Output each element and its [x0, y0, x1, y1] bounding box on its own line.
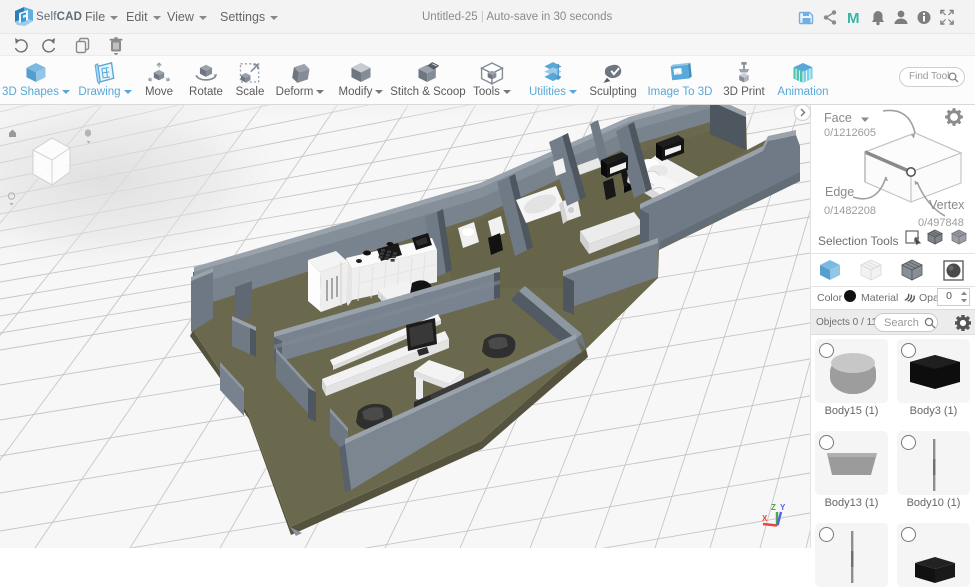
svg-text:Vertex: Vertex: [929, 198, 965, 212]
svg-text:0/1482208: 0/1482208: [824, 205, 876, 217]
svg-text:0/497848: 0/497848: [918, 217, 964, 229]
svg-text:Z: Z: [771, 503, 776, 512]
svg-text:Selection Tools: Selection Tools: [818, 234, 899, 248]
svg-text:Edge: Edge: [825, 185, 854, 199]
svg-text:Y: Y: [780, 503, 786, 512]
svg-text:0/1212605: 0/1212605: [824, 127, 876, 139]
svg-text:Face: Face: [824, 111, 852, 125]
svg-text:X: X: [762, 514, 768, 523]
svg-text:M: M: [847, 10, 860, 26]
